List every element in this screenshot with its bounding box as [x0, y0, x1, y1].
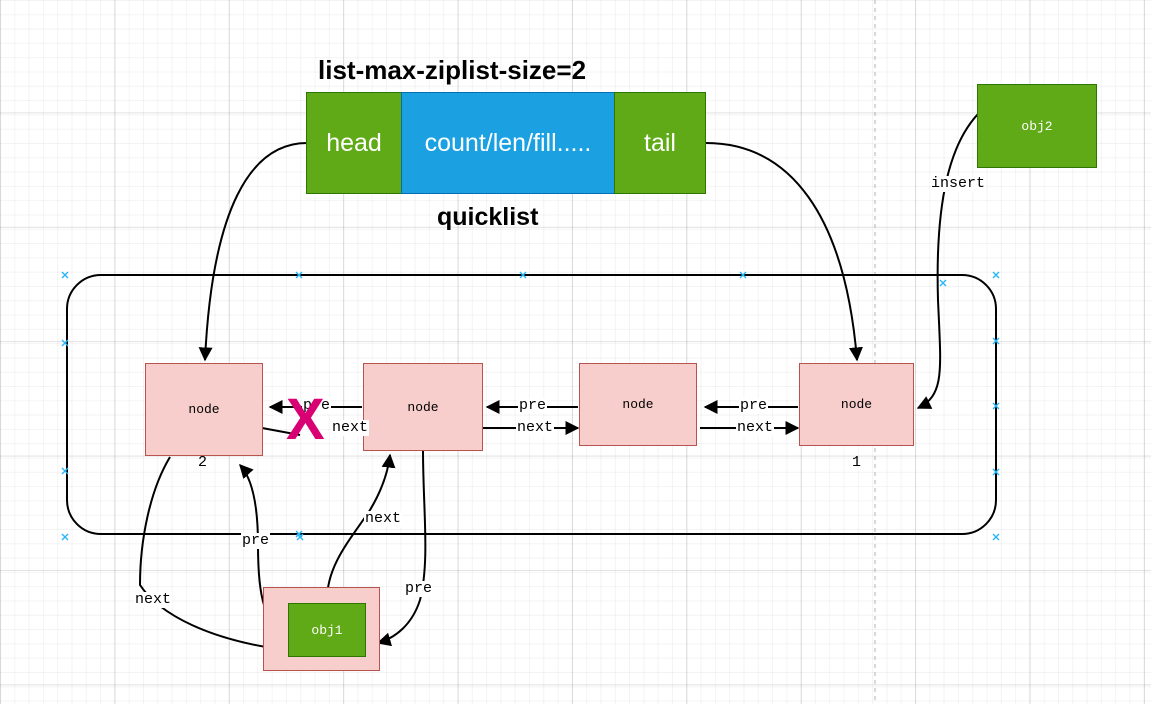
edge-label-obj1-next-out: next	[364, 510, 403, 527]
edge-label-n2-n3-pre: pre	[518, 397, 548, 414]
insert-label: insert	[930, 175, 987, 192]
quicklist-head-label: head	[326, 128, 382, 157]
obj1-box[interactable]: obj1	[288, 603, 366, 657]
diagram-canvas: list-max-ziplist-size=2 head count/len/f…	[0, 0, 1151, 704]
edge-tail-to-node4	[705, 142, 863, 362]
obj2-label: obj2	[1021, 118, 1053, 134]
quicklist-tail-box[interactable]: tail	[614, 92, 706, 194]
node-box-3[interactable]: node	[579, 363, 697, 446]
edge-label-n2-n3-next: next	[516, 419, 555, 436]
quicklist-head-box[interactable]: head	[306, 92, 402, 194]
edge-label-obj1-pre-in: pre	[404, 580, 434, 597]
node-box-4[interactable]: node	[799, 363, 914, 446]
node-label: node	[840, 397, 873, 412]
node-box-2[interactable]: node	[363, 363, 483, 451]
broken-link-x-icon: X	[286, 387, 325, 452]
edge-head-to-node1	[198, 142, 308, 362]
edge-label-n3-n4-next: next	[736, 419, 775, 436]
quicklist-caption: quicklist	[437, 203, 539, 231]
node-badge-4: 1	[852, 454, 862, 471]
node-label: node	[622, 397, 654, 412]
edge-label-obj1-next-in: next	[134, 591, 173, 608]
quicklist-body-box[interactable]: count/len/fill.....	[401, 92, 615, 194]
node-badge-1: 2	[198, 454, 208, 471]
edge-label-n1-n2-next: next	[331, 419, 370, 436]
node-label: node	[188, 402, 220, 417]
edge-obj2-insert-node4	[916, 109, 983, 409]
obj1-label: obj1	[311, 622, 343, 638]
quicklist-body-label: count/len/fill.....	[424, 128, 592, 157]
edge-obj1-next-node2	[326, 453, 396, 601]
page-title: list-max-ziplist-size=2	[318, 55, 587, 85]
quicklist-tail-label: tail	[644, 128, 676, 157]
edge-label-obj1-pre-out: pre	[241, 532, 271, 549]
node-label: node	[407, 399, 439, 415]
obj2-box[interactable]: obj2	[977, 84, 1097, 168]
node-box-1[interactable]: node	[145, 363, 263, 456]
edge-label-n3-n4-pre: pre	[739, 397, 769, 414]
